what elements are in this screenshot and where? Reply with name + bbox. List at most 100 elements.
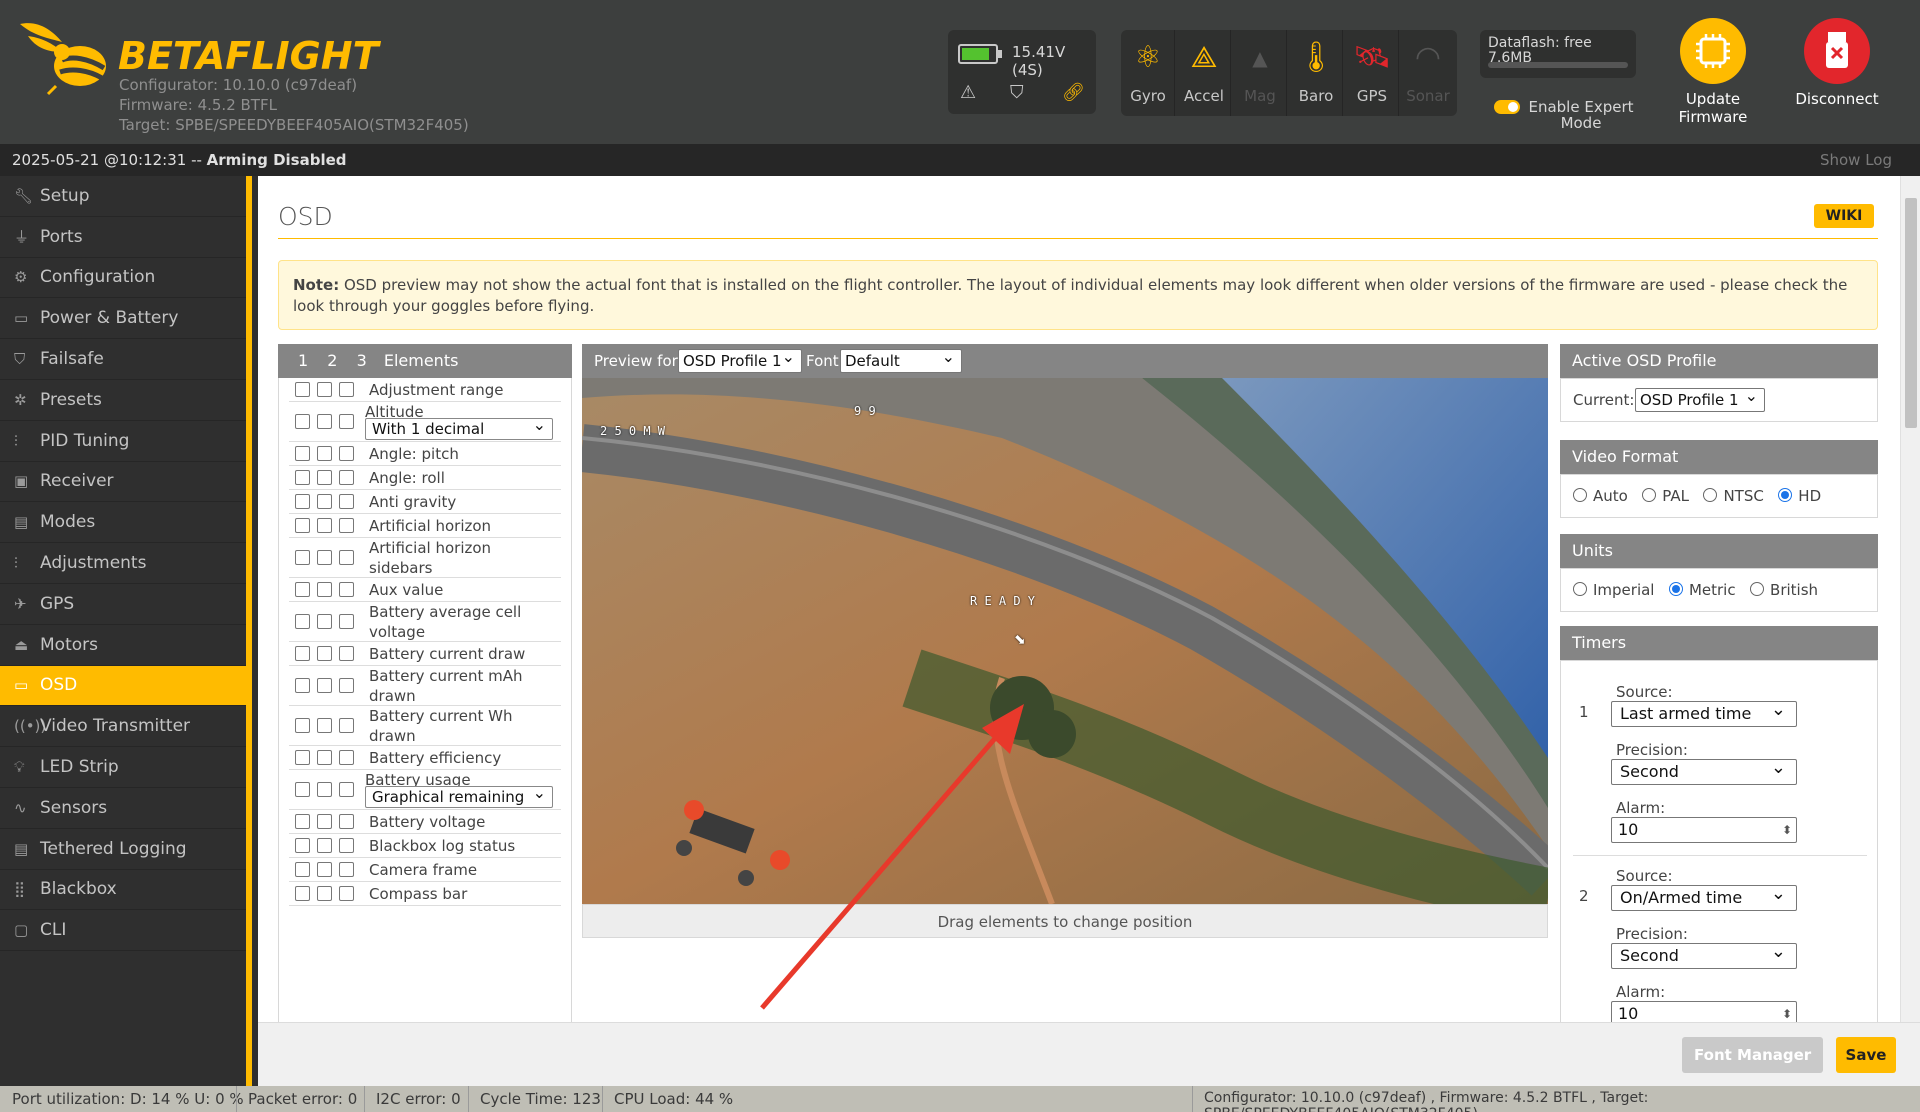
sensor-baro-label: Baro xyxy=(1298,87,1334,105)
failsafe-icon: ⛉ xyxy=(1010,82,1024,103)
sidebar-item-failsafe[interactable]: ⛉ Failsafe xyxy=(0,339,246,380)
configurator-version: Configurator: 10.10.0 (c97deaf) xyxy=(119,76,358,94)
footer-divider xyxy=(236,1086,237,1112)
version-info: Configurator: 10.10.0 (c97deaf) , Firmwa… xyxy=(1204,1090,1649,1112)
sidebar-item-label: Ports xyxy=(40,226,83,247)
sidebar-nav: 🔧︎ Setup ⏚ Ports ⚙ Configuration ▭ Power & Batt… xyxy=(0,176,252,1086)
target-info: Target: SPBE/SPEEDYBEEF405AIO(STM32F405) xyxy=(119,116,469,134)
header: BETAFLIGHT Configurator: 10.10.0 (c97dea… xyxy=(0,0,1920,144)
sidebar-item-osd[interactable]: ▭ OSD xyxy=(0,665,246,707)
annotation-arrow-icon xyxy=(760,704,1024,1010)
expert-mode-label: Enable Expert Mode xyxy=(1528,98,1634,132)
sensor-mag-label: Mag xyxy=(1244,87,1276,105)
sidebar-item-modes[interactable]: ▤ Modes xyxy=(0,502,246,544)
disconnect-label: Disconnect xyxy=(1795,90,1879,108)
sidebar-item-adjustments[interactable]: ⫶ Adjustments xyxy=(0,543,246,584)
sidebar-item-setup[interactable]: 🔧︎ Setup xyxy=(0,176,246,217)
sidebar-item-label: Modes xyxy=(40,512,96,533)
scrollbar-thumb[interactable] xyxy=(1905,198,1917,428)
sensor-gps: 🛰︎ GPS xyxy=(1345,30,1399,116)
sensor-baro: 🌡︎ Baro xyxy=(1289,30,1343,116)
osd-tab-content: OSD WIKI Note: OSD preview may not show … xyxy=(258,176,1900,1022)
battery-icon: ▭ xyxy=(14,309,29,328)
gps-icon: 🛰︎ xyxy=(1352,40,1392,75)
sidebar-item-label: Power & Battery xyxy=(40,308,179,329)
gear-icon: ⚙ xyxy=(14,268,28,287)
sidebar-item-configuration[interactable]: ⚙ Configuration xyxy=(0,258,246,299)
arming-disabled-text: Arming Disabled xyxy=(206,151,347,169)
sidebar-item-cli[interactable]: ▢ CLI xyxy=(0,910,246,952)
sidebar-item-label: Receiver xyxy=(40,471,114,492)
sensor-gyro-label: Gyro xyxy=(1130,87,1166,105)
packet-error: Packet error: 0 xyxy=(248,1090,358,1108)
bee-logo-icon xyxy=(20,23,106,96)
update-firmware-button[interactable]: Update Firmware xyxy=(1658,18,1768,126)
sidebar-item-label: Setup xyxy=(40,185,90,206)
dataflash-free: 7.6MB xyxy=(1488,50,1532,66)
sidebar-item-label: Configuration xyxy=(40,267,156,288)
accel-icon: ⟁ xyxy=(1190,40,1218,75)
presets-icon: ✲ xyxy=(14,390,27,409)
footer-divider xyxy=(1192,1086,1193,1112)
sidebar-item-presets[interactable]: ✲ Presets xyxy=(0,380,246,421)
usb-disconnect-icon xyxy=(1804,18,1870,84)
content-scrollbar[interactable] xyxy=(1900,176,1920,1022)
parachute-icon: ⛉ xyxy=(14,350,26,369)
sidebar-item-label: Sensors xyxy=(40,797,108,818)
sidebar-item-blackbox[interactable]: ⣿ Blackbox xyxy=(0,870,246,911)
sidebar-item-label: Blackbox xyxy=(40,879,117,900)
footer-divider xyxy=(602,1086,603,1112)
sensor-sonar-label: Sonar xyxy=(1406,87,1450,105)
cli-icon: ▢ xyxy=(14,921,29,940)
sidebar-item-pid-tuning[interactable]: ⫶ PID Tuning xyxy=(0,421,246,462)
battery-fill xyxy=(962,48,989,60)
sidebar-item-gps[interactable]: ✈ GPS xyxy=(0,584,246,625)
sensor-gps-label: GPS xyxy=(1356,87,1388,105)
sidebar-item-label: GPS xyxy=(40,593,75,614)
sidebar-item-label: LED Strip xyxy=(40,757,119,778)
sidebar-item-label: Adjustments xyxy=(40,553,147,574)
dataflash-panel: Dataflash: free 7.6MB xyxy=(1480,30,1636,78)
disconnect-button[interactable]: Disconnect xyxy=(1782,18,1892,108)
i2c-error: I2C error: 0 xyxy=(376,1090,461,1108)
arming-status: 2025-05-21 @10:12:31 -- Arming Disabled xyxy=(12,151,347,169)
link-icon: 🔗︎ xyxy=(1062,82,1085,103)
sensor-panel: ⚛ Gyro ⟁ Accel ▲ Mag 🌡︎ Baro 🛰︎ GPS ◠ So… xyxy=(1121,30,1457,116)
sidebar-item-led-strip[interactable]: 💡︎ LED Strip xyxy=(0,747,246,788)
brand-title: BETAFLIGHT xyxy=(118,34,379,78)
expert-mode-toggle[interactable] xyxy=(1494,100,1520,114)
sidebar-item-tethered-logging[interactable]: ▤ Tethered Logging xyxy=(0,829,246,870)
sidebar-item-receiver[interactable]: ▣ Receiver xyxy=(0,462,246,503)
sensor-accel: ⟁ Accel xyxy=(1177,30,1231,116)
font-manager-button[interactable]: Font Manager xyxy=(1682,1037,1824,1073)
update-firmware-label: Update Firmware xyxy=(1678,90,1748,126)
show-log-link[interactable]: Show Log xyxy=(1820,151,1892,169)
save-button[interactable]: Save xyxy=(1836,1037,1896,1073)
sidebar-item-power-battery[interactable]: ▭ Power & Battery xyxy=(0,298,246,340)
receiver-icon: ▣ xyxy=(14,472,29,491)
satellite-icon: ✈ xyxy=(14,594,27,613)
sidebar-item-label: Tethered Logging xyxy=(40,838,187,859)
sensors-icon: ∿ xyxy=(14,798,27,817)
sonar-icon: ◠ xyxy=(1414,40,1442,75)
sidebar-item-label: Motors xyxy=(40,634,98,655)
blackbox-icon: ⣿ xyxy=(14,880,25,899)
sidebar-item-label: PID Tuning xyxy=(40,430,130,451)
sidebar-item-motors[interactable]: ⏏ Motors xyxy=(0,625,246,666)
sidebar-item-label: Presets xyxy=(40,389,102,410)
sidebar-item-video-transmitter[interactable]: ((•)) Video Transmitter xyxy=(0,706,246,748)
pid-icon: ⫶ xyxy=(14,431,18,450)
battery-panel: 15.41V (4S) ⚠ ⛉ 🔗︎ xyxy=(948,30,1096,114)
status-datetime: 2025-05-21 @10:12:31 -- xyxy=(12,151,207,169)
bottom-toolbar: Font Manager Save xyxy=(258,1022,1920,1086)
motor-icon: ⏏ xyxy=(14,635,29,654)
cpu-load: CPU Load: 44 % xyxy=(614,1090,734,1108)
sidebar-item-ports[interactable]: ⏚ Ports xyxy=(0,217,246,258)
sensor-gyro: ⚛ Gyro xyxy=(1121,30,1175,116)
battery-voltage: 15.41V (4S) xyxy=(1012,43,1066,79)
wrench-icon: 🔧︎ xyxy=(14,186,34,205)
footer-divider xyxy=(468,1086,469,1112)
sidebar-item-sensors[interactable]: ∿ Sensors xyxy=(0,788,246,829)
dataflash-label: Dataflash: free xyxy=(1488,35,1592,51)
status-strip: 2025-05-21 @10:12:31 -- Arming Disabled … xyxy=(0,144,1920,176)
